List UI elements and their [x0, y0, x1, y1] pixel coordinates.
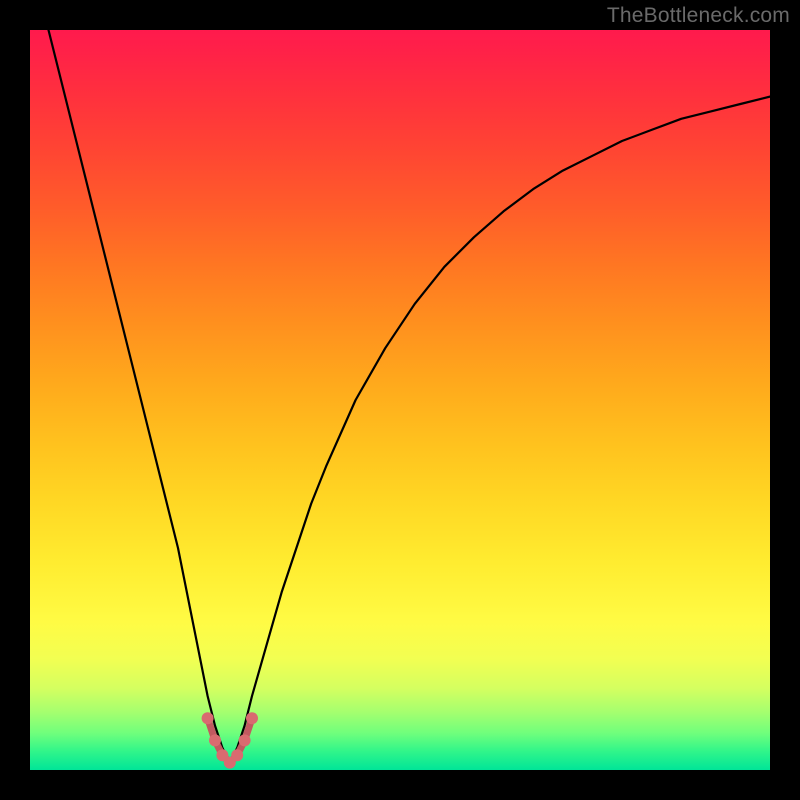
- trough-marker: [246, 712, 258, 724]
- trough-marker: [209, 734, 221, 746]
- trough-markers-group: [202, 712, 258, 768]
- chart-svg: [30, 30, 770, 770]
- trough-marker: [231, 749, 243, 761]
- chart-frame: TheBottleneck.com: [0, 0, 800, 800]
- watermark-text: TheBottleneck.com: [607, 4, 790, 28]
- trough-marker: [202, 712, 214, 724]
- bottleneck-curve: [30, 30, 770, 763]
- trough-marker: [239, 734, 251, 746]
